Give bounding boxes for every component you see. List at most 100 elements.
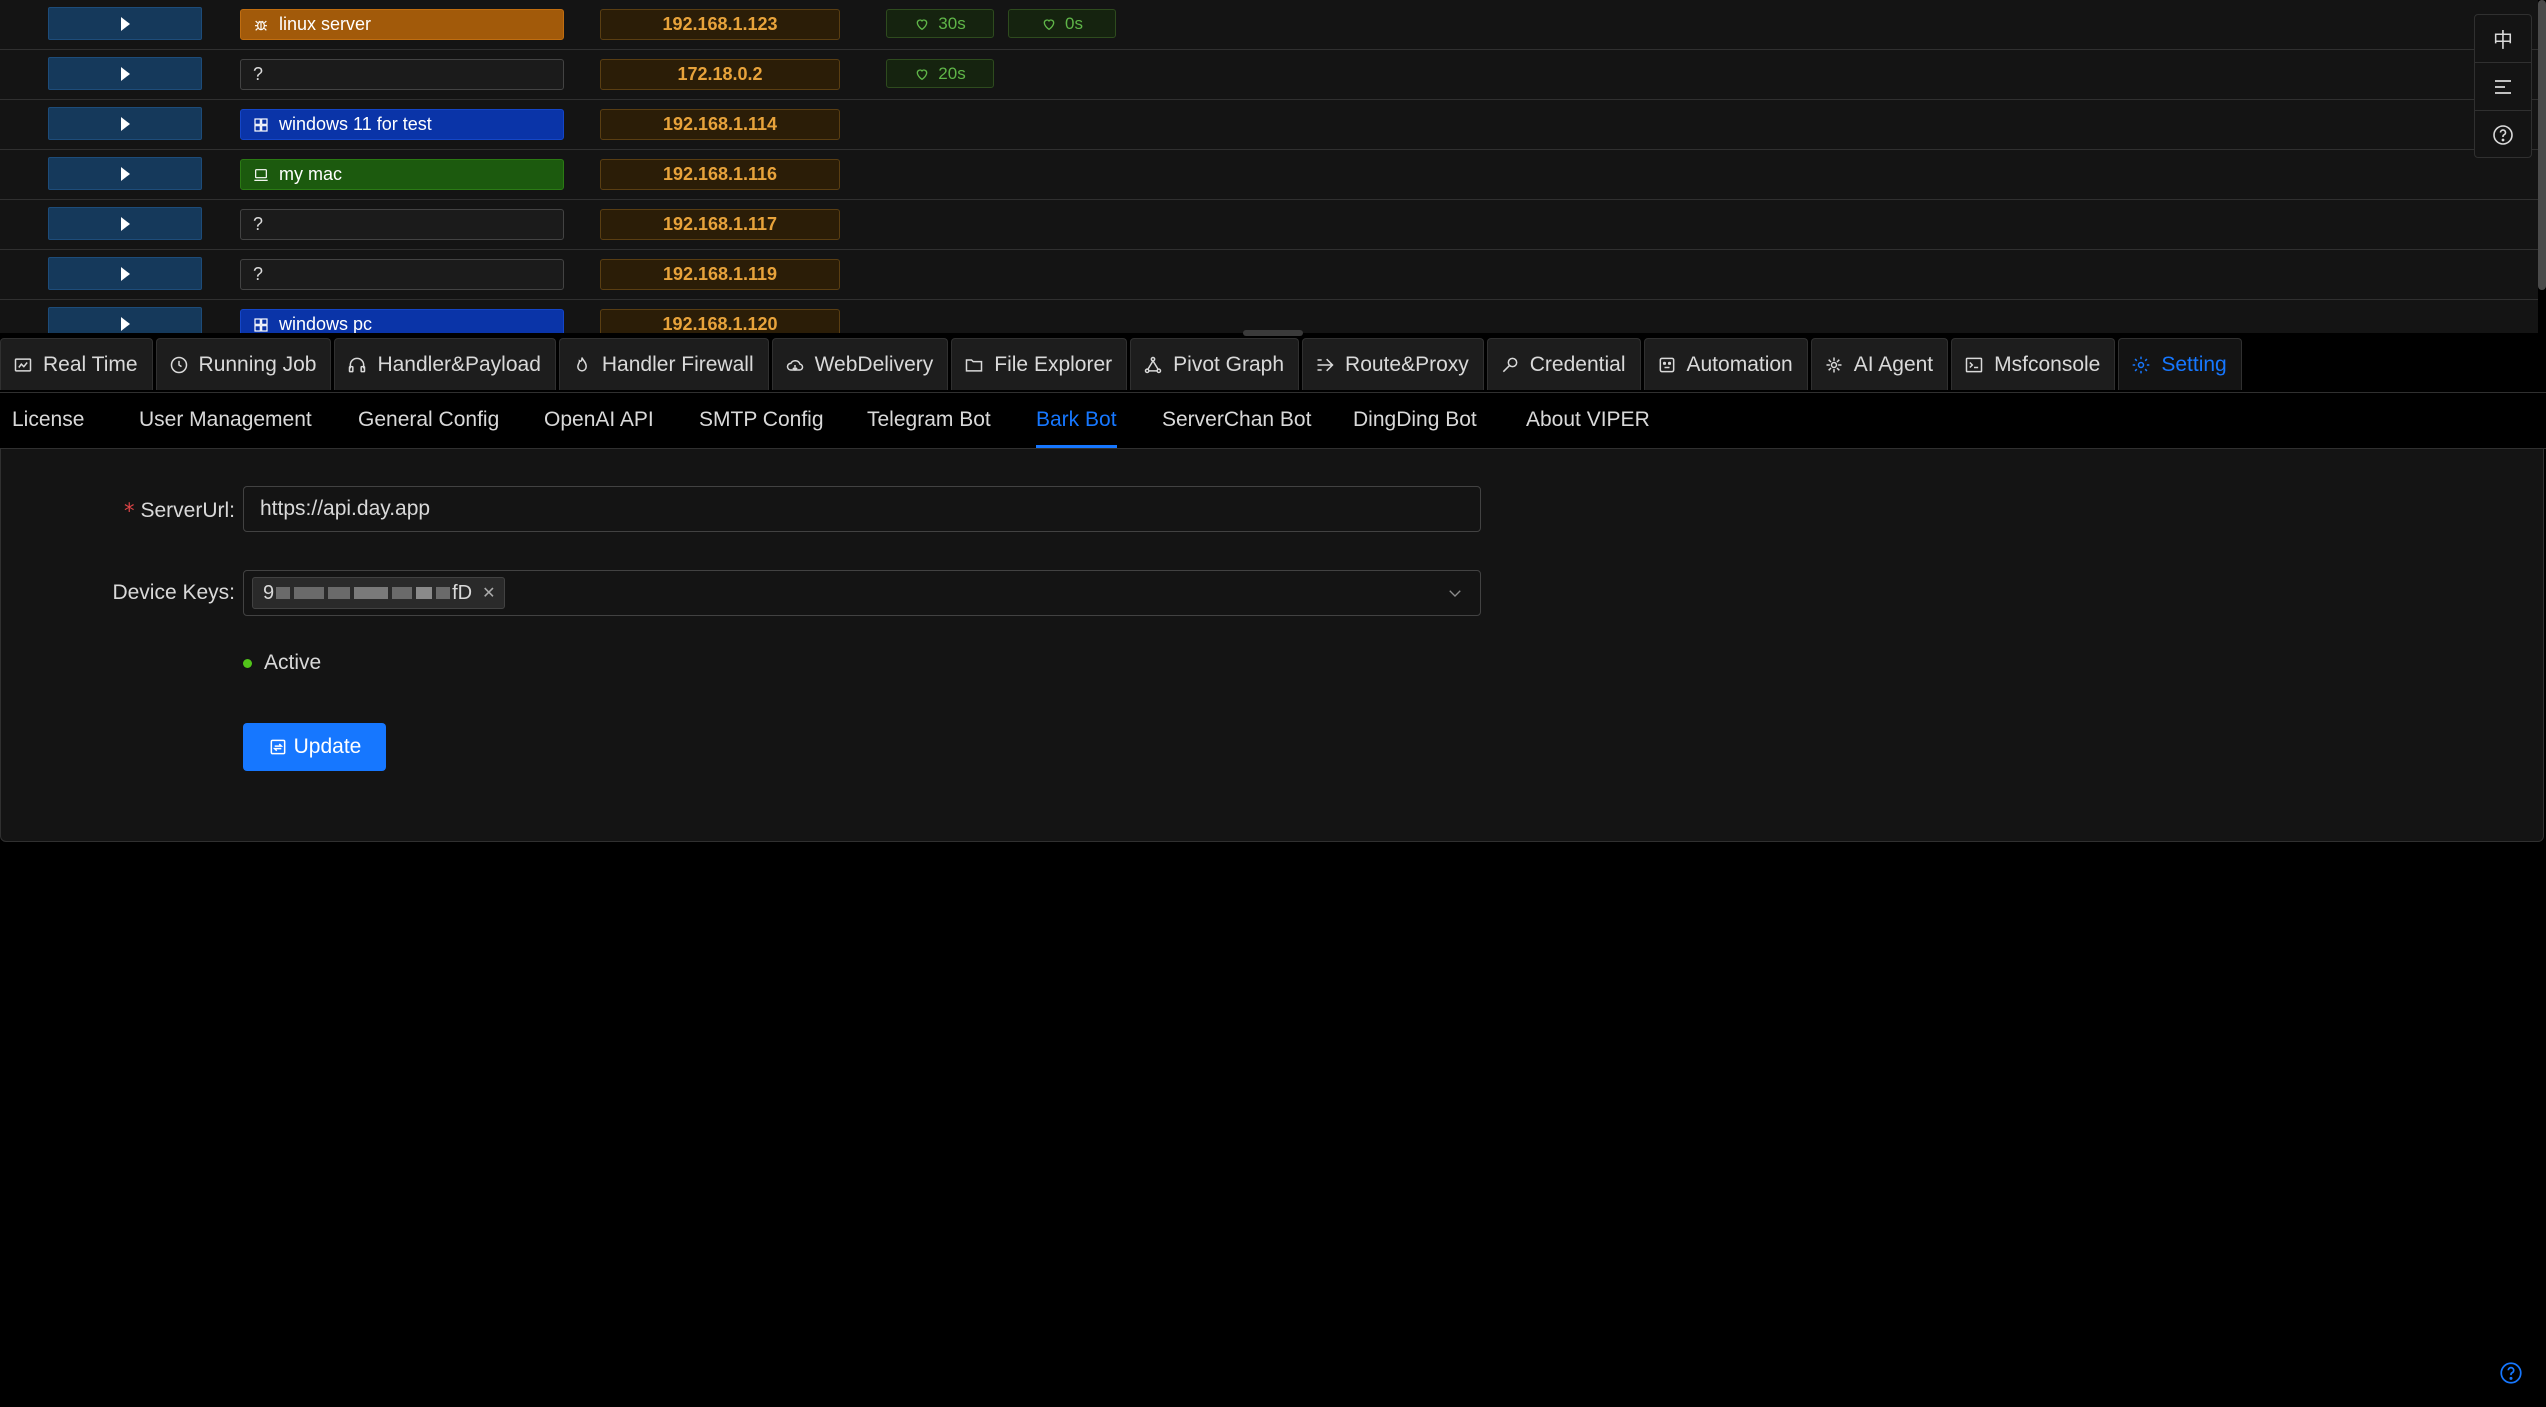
ip-address-tag[interactable]: 192.168.1.114 [600,109,840,140]
expand-session-button[interactable] [48,7,202,40]
expand-session-button[interactable] [48,307,202,333]
tab-msfconsole[interactable]: Msfconsole [1951,338,2116,390]
ip-address-tag[interactable]: 192.168.1.119 [600,259,840,290]
tab-handler-firewall[interactable]: Handler Firewall [558,338,769,390]
tab-file-explorer[interactable]: File Explorer [951,338,1128,390]
update-icon [270,739,286,755]
tab-label: Msfconsole [1994,352,2101,376]
caret-right-icon [120,116,130,131]
update-button[interactable]: Update [243,723,386,771]
bug-icon [253,17,269,33]
ip-address: 192.168.1.117 [662,214,778,234]
host-tag[interactable]: windows pc [240,309,564,333]
tab-webdelivery[interactable]: WebDelivery [771,338,949,390]
heart-icon [1041,16,1065,32]
sub-tab-bark-bot[interactable]: Bark Bot [1036,392,1117,448]
windows-icon [253,317,269,333]
caret-right-icon [120,316,130,331]
session-row[interactable]: windows 11 for test 192.168.1.114 [0,100,2538,150]
session-row[interactable]: windows pc 192.168.1.120 [0,300,2538,333]
main-tab-bar: Real Time Running Job Handler&Payload Handl… [0,338,2546,393]
host-tag[interactable]: my mac [240,159,564,190]
heart-icon [914,66,938,82]
label-colon: : [229,499,235,522]
session-row[interactable]: ? 192.168.1.117 [0,200,2538,250]
graph-icon [1143,355,1173,375]
status-dot [243,658,252,668]
terminal-icon [1964,355,1994,375]
tab-label: WebDelivery [814,352,934,376]
ip-address-tag[interactable]: 192.168.1.123 [600,9,840,40]
tab-label: File Explorer [994,352,1113,376]
chevron-down-icon[interactable] [1446,584,1464,602]
device-keys-select[interactable]: 9 fD ✕ [243,570,1481,616]
host-label: my mac [279,164,342,184]
dashboard-icon [13,355,43,375]
ip-address-tag[interactable]: 192.168.1.116 [600,159,840,190]
sub-tab-telegram-bot[interactable]: Telegram Bot [867,392,991,448]
tab-running-job[interactable]: Running Job [155,338,332,390]
host-tag[interactable]: ? [240,209,564,240]
host-tag[interactable]: ? [240,259,564,290]
caret-right-icon [120,216,130,231]
tab-label: Handler&Payload [377,352,541,376]
sub-tab-about-viper[interactable]: About VIPER [1526,392,1650,448]
sub-tab-general-config[interactable]: General Config [358,392,499,448]
sub-tab-license[interactable]: License [12,392,84,448]
language-label: 中 [2493,30,2513,52]
folder-icon [964,355,994,375]
tab-automation[interactable]: Automation [1643,338,1808,390]
session-row[interactable]: linux server 192.168.1.123 30s 0s [0,0,2538,50]
ip-address-tag[interactable]: 192.168.1.120 [600,309,840,333]
language-toggle-button[interactable]: 中 [2475,15,2531,63]
expand-session-button[interactable] [48,207,202,240]
help-button[interactable] [2475,111,2531,158]
sub-tab-smtp-config[interactable]: SMTP Config [699,392,824,448]
tab-route-proxy[interactable]: Route&Proxy [1302,338,1484,390]
tab-label: Credential [1529,352,1626,376]
session-row[interactable]: my mac 192.168.1.116 [0,150,2538,200]
tab-real-time[interactable]: Real Time [0,338,153,390]
tab-pivot-graph[interactable]: Pivot Graph [1130,338,1300,390]
tab-setting[interactable]: Setting [2118,338,2242,390]
panel-resize-handle[interactable] [1243,330,1303,336]
host-tag[interactable]: windows 11 for test [240,109,564,140]
status-indicator: Active [243,651,321,675]
host-tag[interactable]: linux server [240,9,564,40]
question-circle-icon [2493,124,2513,145]
help-corner-icon[interactable] [2498,1360,2524,1386]
tab-credential[interactable]: Credential [1486,338,1641,390]
headphones-icon [347,355,377,375]
host-tag[interactable]: ? [240,59,564,90]
session-row[interactable]: ? 172.18.0.2 20s [0,50,2538,100]
redacted-key-blur [274,587,452,599]
caret-right-icon [120,166,130,181]
ip-address-tag[interactable]: 192.168.1.117 [600,209,840,240]
session-row[interactable]: ? 192.168.1.119 [0,250,2538,300]
expand-session-button[interactable] [48,57,202,90]
server-url-input[interactable]: https://api.day.app [243,486,1481,532]
clock-icon [169,355,199,375]
server-url-label: ServerUrl [140,499,230,522]
remove-tag-icon[interactable]: ✕ [482,583,495,603]
expand-session-button[interactable] [48,157,202,190]
sub-tab-serverchan-bot[interactable]: ServerChan Bot [1162,392,1311,448]
expand-session-button[interactable] [48,257,202,290]
menu-button[interactable] [2475,63,2531,111]
expand-session-button[interactable] [48,107,202,140]
sub-tab-user-management[interactable]: User Management [139,392,312,448]
sub-tab-dingding-bot[interactable]: DingDing Bot [1353,392,1477,448]
host-label: windows pc [279,314,373,333]
route-icon [1315,355,1345,375]
update-label: Update [293,735,362,758]
tab-label: Setting [2161,352,2227,376]
ip-address: 192.168.1.123 [662,14,778,34]
session-table: linux server 192.168.1.123 30s 0s? 172.18.0.… [0,0,2538,333]
device-keys-label-wrap: Device Keys : [101,570,235,616]
tab-handler-payload[interactable]: Handler&Payload [334,338,556,390]
tab-ai-agent[interactable]: AI Agent [1810,338,1949,390]
table-scrollbar[interactable] [2538,0,2546,290]
laptop-icon [253,167,269,183]
ip-address-tag[interactable]: 172.18.0.2 [600,59,840,90]
sub-tab-openai-api[interactable]: OpenAI API [544,392,654,448]
